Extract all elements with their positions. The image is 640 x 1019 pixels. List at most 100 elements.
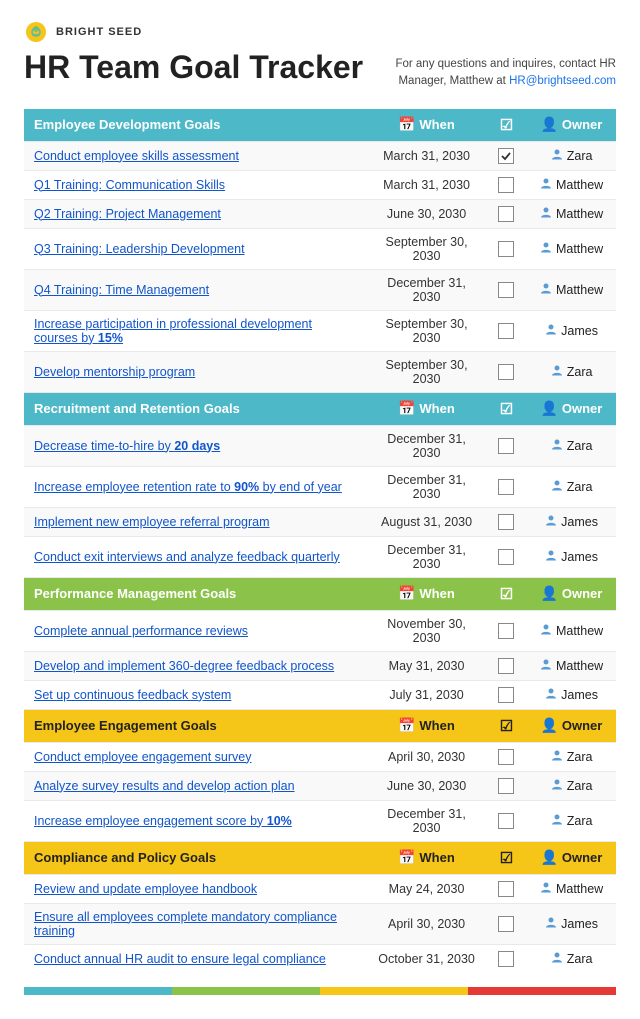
goal-owner-employee-dev-5: James [527, 310, 616, 351]
checkbox-unchecked[interactable] [498, 778, 514, 794]
owner-name: Matthew [556, 283, 603, 297]
goal-check-compliance-2[interactable] [486, 944, 527, 973]
checkbox-unchecked[interactable] [498, 282, 514, 298]
goal-task-performance-1[interactable]: Develop and implement 360-degree feedbac… [24, 651, 367, 680]
goal-check-employee-dev-5[interactable] [486, 310, 527, 351]
goal-when-employee-dev-2: June 30, 2030 [367, 199, 485, 228]
goal-task-employee-dev-3[interactable]: Q3 Training: Leadership Development [24, 228, 367, 269]
goal-check-employee-dev-2[interactable] [486, 199, 527, 228]
goal-owner-performance-0: Matthew [527, 610, 616, 651]
goal-check-employee-dev-1[interactable] [486, 170, 527, 199]
goal-task-employee-dev-5[interactable]: Increase participation in professional d… [24, 310, 367, 351]
owner-icon [551, 438, 563, 453]
table-row: Develop mentorship program September 30,… [24, 351, 616, 392]
checkbox-unchecked[interactable] [498, 323, 514, 339]
owner-name: Zara [567, 952, 593, 966]
goal-task-employee-dev-4[interactable]: Q4 Training: Time Management [24, 269, 367, 310]
owner-name: Zara [567, 814, 593, 828]
checkbox-unchecked[interactable] [498, 658, 514, 674]
goal-check-performance-0[interactable] [486, 610, 527, 651]
owner-icon [540, 623, 552, 638]
goal-task-engagement-1[interactable]: Analyze survey results and develop actio… [24, 771, 367, 800]
header-row: HR Team Goal Tracker For any questions a… [24, 50, 616, 91]
goal-owner-employee-dev-1: Matthew [527, 170, 616, 199]
goal-check-engagement-0[interactable] [486, 742, 527, 771]
owner-name: Matthew [556, 242, 603, 256]
goal-task-compliance-0[interactable]: Review and update employee handbook [24, 874, 367, 903]
goal-task-compliance-1[interactable]: Ensure all employees complete mandatory … [24, 903, 367, 944]
table-row: Conduct employee engagement survey April… [24, 742, 616, 771]
goal-task-recruitment-0[interactable]: Decrease time-to-hire by 20 days [24, 425, 367, 466]
section-owner-compliance: 👤 Owner [527, 841, 616, 874]
goal-check-compliance-0[interactable] [486, 874, 527, 903]
goal-task-recruitment-2[interactable]: Implement new employee referral program [24, 507, 367, 536]
goal-check-employee-dev-3[interactable] [486, 228, 527, 269]
goal-task-recruitment-1[interactable]: Increase employee retention rate to 90% … [24, 466, 367, 507]
goal-check-performance-1[interactable] [486, 651, 527, 680]
owner-icon [540, 241, 552, 256]
goal-task-compliance-2[interactable]: Conduct annual HR audit to ensure legal … [24, 944, 367, 973]
checkbox-unchecked[interactable] [498, 749, 514, 765]
owner-icon [551, 813, 563, 828]
checkbox-checked[interactable] [498, 148, 514, 164]
goal-task-recruitment-3[interactable]: Conduct exit interviews and analyze feed… [24, 536, 367, 577]
table-row: Q4 Training: Time Management December 31… [24, 269, 616, 310]
owner-name: Zara [567, 779, 593, 793]
table-row: Increase employee engagement score by 10… [24, 800, 616, 841]
checkbox-unchecked[interactable] [498, 479, 514, 495]
goal-check-recruitment-0[interactable] [486, 425, 527, 466]
checkbox-unchecked[interactable] [498, 177, 514, 193]
goal-owner-employee-dev-2: Matthew [527, 199, 616, 228]
goal-task-engagement-0[interactable]: Conduct employee engagement survey [24, 742, 367, 771]
goal-when-employee-dev-3: September 30, 2030 [367, 228, 485, 269]
checkbox-unchecked[interactable] [498, 549, 514, 565]
page-title: HR Team Goal Tracker [24, 50, 363, 85]
checkbox-unchecked[interactable] [498, 514, 514, 530]
checkbox-unchecked[interactable] [498, 623, 514, 639]
goal-task-performance-2[interactable]: Set up continuous feedback system [24, 680, 367, 709]
goal-task-performance-0[interactable]: Complete annual performance reviews [24, 610, 367, 651]
section-header-employee-dev: Employee Development Goals 📅 When ☑ 👤 Ow… [24, 109, 616, 142]
table-row: Conduct employee skills assessment March… [24, 141, 616, 170]
checkbox-unchecked[interactable] [498, 881, 514, 897]
logo-area: BRIGHT SEED [24, 20, 616, 44]
checkbox-unchecked[interactable] [498, 206, 514, 222]
goal-check-performance-2[interactable] [486, 680, 527, 709]
owner-name: Matthew [556, 207, 603, 221]
goal-owner-recruitment-1: Zara [527, 466, 616, 507]
goal-check-recruitment-3[interactable] [486, 536, 527, 577]
goal-check-employee-dev-4[interactable] [486, 269, 527, 310]
goal-owner-employee-dev-4: Matthew [527, 269, 616, 310]
goal-task-employee-dev-0[interactable]: Conduct employee skills assessment [24, 141, 367, 170]
checkbox-unchecked[interactable] [498, 813, 514, 829]
checkbox-unchecked[interactable] [498, 438, 514, 454]
goal-check-employee-dev-0[interactable] [486, 141, 527, 170]
goal-check-recruitment-2[interactable] [486, 507, 527, 536]
owner-name: Zara [567, 750, 593, 764]
goal-task-employee-dev-6[interactable]: Develop mentorship program [24, 351, 367, 392]
goal-task-employee-dev-1[interactable]: Q1 Training: Communication Skills [24, 170, 367, 199]
goal-check-engagement-1[interactable] [486, 771, 527, 800]
goal-check-employee-dev-6[interactable] [486, 351, 527, 392]
checkbox-unchecked[interactable] [498, 687, 514, 703]
goal-check-engagement-2[interactable] [486, 800, 527, 841]
checkbox-unchecked[interactable] [498, 916, 514, 932]
goal-task-employee-dev-2[interactable]: Q2 Training: Project Management [24, 199, 367, 228]
section-check-compliance: ☑ [486, 841, 527, 874]
checkbox-unchecked[interactable] [498, 364, 514, 380]
section-when-compliance: 📅 When [367, 841, 485, 874]
goal-task-engagement-2[interactable]: Increase employee engagement score by 10… [24, 800, 367, 841]
goal-check-recruitment-1[interactable] [486, 466, 527, 507]
logo-text: BRIGHT SEED [56, 26, 142, 38]
checkbox-unchecked[interactable] [498, 951, 514, 967]
goal-owner-recruitment-3: James [527, 536, 616, 577]
goal-when-employee-dev-5: September 30, 2030 [367, 310, 485, 351]
owner-name: James [561, 324, 598, 338]
checkbox-unchecked[interactable] [498, 241, 514, 257]
contact-email[interactable]: HR@brightseed.com [509, 75, 616, 87]
owner-name: Matthew [556, 624, 603, 638]
owner-name: James [561, 688, 598, 702]
goal-check-compliance-1[interactable] [486, 903, 527, 944]
goal-when-engagement-1: June 30, 2030 [367, 771, 485, 800]
owner-icon [540, 658, 552, 673]
